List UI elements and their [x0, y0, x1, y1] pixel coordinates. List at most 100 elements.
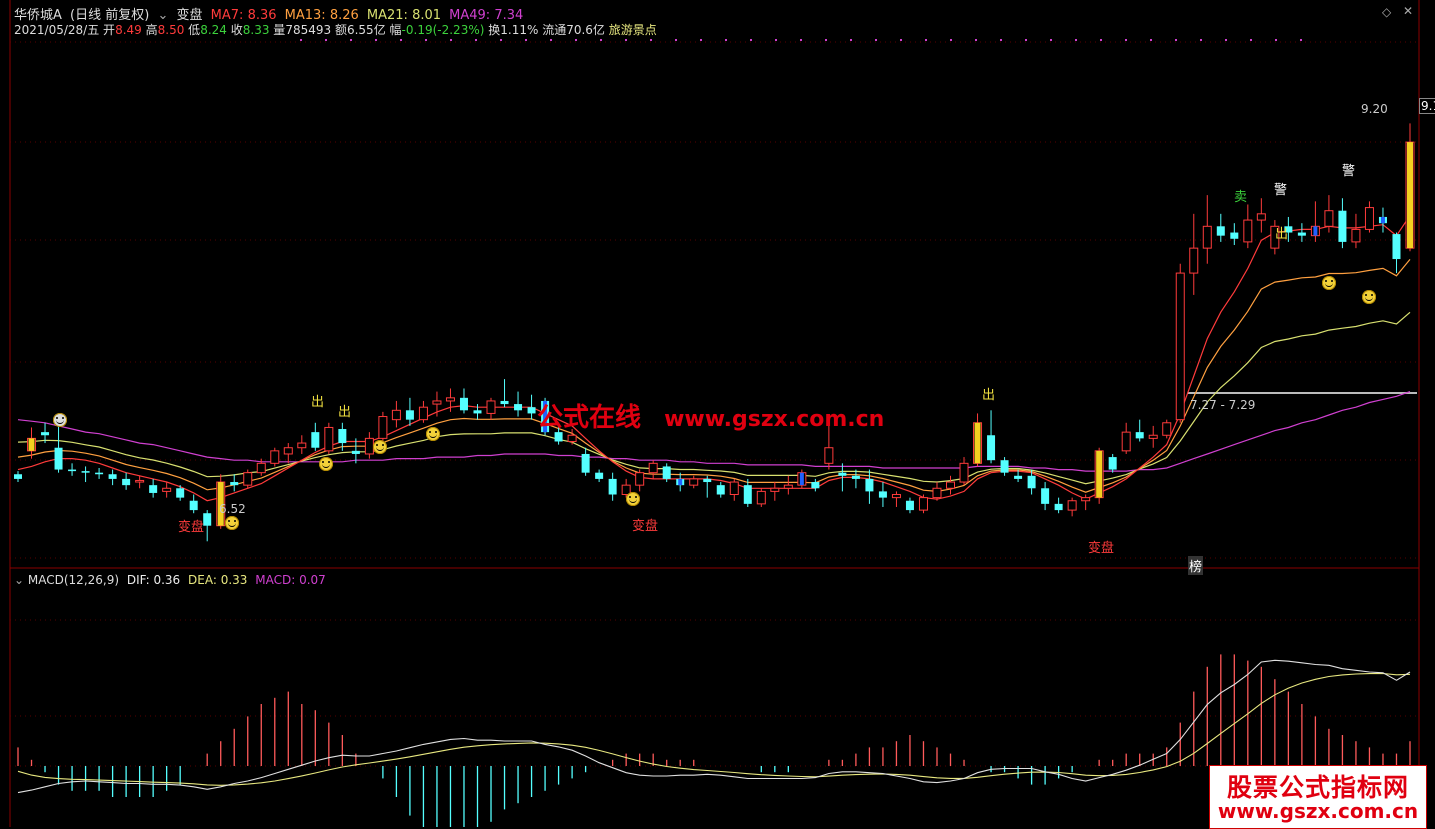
close-icon[interactable]: ✕ — [1403, 4, 1413, 18]
signal-chu-2: 出 — [338, 405, 352, 420]
candle-body — [811, 482, 820, 489]
macd-title[interactable]: MACD(12,26,9) — [28, 573, 119, 587]
candle-body — [1324, 210, 1334, 227]
turnover: 换1.11% — [488, 23, 539, 37]
candle-body — [338, 429, 347, 444]
top-dot — [500, 39, 502, 41]
top-dot — [975, 39, 977, 41]
candle-body — [108, 474, 117, 479]
candle-body — [716, 485, 725, 495]
candle-body — [432, 400, 442, 405]
smile-icon — [225, 516, 239, 530]
candle-body — [1000, 460, 1009, 473]
close-label: 收 — [230, 23, 243, 37]
candle-body — [418, 406, 428, 421]
top-dot — [325, 39, 327, 41]
top-dot — [1300, 39, 1302, 41]
high-label: 高 — [145, 23, 158, 37]
chg-label: 幅 — [389, 23, 402, 37]
open-value: 8.49 — [115, 23, 142, 37]
candle-body — [595, 472, 604, 479]
candle-body — [1338, 210, 1347, 242]
candle-body — [256, 462, 266, 474]
sector-label[interactable]: 旅游景点 — [609, 23, 657, 37]
top-dot — [1250, 39, 1252, 41]
signal-bar — [974, 422, 981, 464]
candle-body — [176, 488, 185, 498]
candle-body — [122, 478, 131, 486]
macd-value: MACD: 0.07 — [255, 573, 326, 587]
candle-body — [703, 478, 712, 483]
candle-body — [1216, 226, 1225, 236]
candle-body — [851, 475, 860, 479]
top-dot — [375, 39, 377, 41]
candle-body — [445, 397, 455, 402]
candle-body — [838, 472, 847, 476]
candle-body — [946, 481, 956, 489]
top-dot — [350, 39, 352, 41]
candle-body — [1202, 225, 1212, 249]
candle-body — [662, 466, 671, 479]
candle-body — [729, 481, 739, 496]
signal-bar — [1313, 226, 1318, 236]
dif-line — [17, 659, 1411, 794]
top-dot — [850, 39, 852, 41]
candle-body — [932, 487, 942, 499]
quote-info-bar: 2021/05/28/五 开8.49 高8.50 低8.24 收8.33 量78… — [14, 21, 657, 38]
signal-bar — [28, 438, 35, 451]
low-price-mark: 6.52 — [219, 502, 246, 516]
candle-body — [230, 482, 239, 486]
top-dot — [950, 39, 952, 41]
top-dot — [525, 39, 527, 41]
candle-body — [527, 407, 536, 414]
top-dot — [825, 39, 827, 41]
candle-body — [865, 478, 874, 492]
candle-body — [1297, 232, 1306, 236]
macd-header: ⌄ MACD(12,26,9) DIF: 0.36 DEA: 0.33 MACD… — [14, 573, 326, 587]
signal-jing-2: 警 — [1342, 164, 1356, 179]
candle-body — [635, 472, 645, 486]
signal-chu-4: 出 — [1275, 227, 1289, 242]
top-dot — [1275, 39, 1277, 41]
candle-body — [608, 478, 617, 495]
candle-body — [905, 500, 914, 511]
high-value: 8.50 — [157, 23, 185, 37]
low-value: 8.24 — [200, 23, 227, 37]
chevron-down-icon[interactable]: ⌄ — [14, 573, 24, 587]
signal-bar — [1096, 450, 1103, 498]
low-label: 低 — [188, 23, 201, 37]
diamond-icon[interactable]: ◇ — [1382, 5, 1391, 19]
candle-body — [68, 469, 77, 472]
candle-body — [1121, 431, 1131, 452]
candle-body — [283, 447, 293, 455]
float-cap: 流通70.6亿 — [542, 23, 605, 37]
top-dot — [575, 39, 577, 41]
top-dot — [1150, 39, 1152, 41]
candle-body — [1041, 488, 1050, 504]
watermark: 公式在线 www.gszx.com.cn — [537, 397, 884, 434]
signal-bar — [1407, 142, 1413, 249]
signal-mai: 卖 — [1234, 190, 1248, 205]
smile-icon — [1362, 290, 1376, 304]
close-value: 8.33 — [242, 23, 270, 37]
candle-body — [743, 485, 752, 504]
top-dot — [425, 39, 427, 41]
signal-biapan-2: 变盘 — [632, 519, 659, 534]
candle-body — [14, 474, 22, 479]
top-dot — [1000, 39, 1002, 41]
candle-body — [270, 450, 280, 464]
top-dot — [1075, 39, 1077, 41]
signal-biapan-1: 变盘 — [178, 520, 205, 535]
dea-value: DEA: 0.33 — [188, 573, 248, 587]
candle-body — [1014, 475, 1023, 479]
candle-body — [770, 487, 780, 492]
top-dot — [400, 39, 402, 41]
top-dot — [875, 39, 877, 41]
candle-body — [203, 513, 212, 526]
top-dot — [725, 39, 727, 41]
candle-body — [648, 462, 658, 474]
smile-icon — [373, 440, 387, 454]
candle-body — [1392, 234, 1401, 260]
candle-body — [243, 472, 253, 486]
signal-biapan-3: 变盘 — [1088, 541, 1115, 556]
